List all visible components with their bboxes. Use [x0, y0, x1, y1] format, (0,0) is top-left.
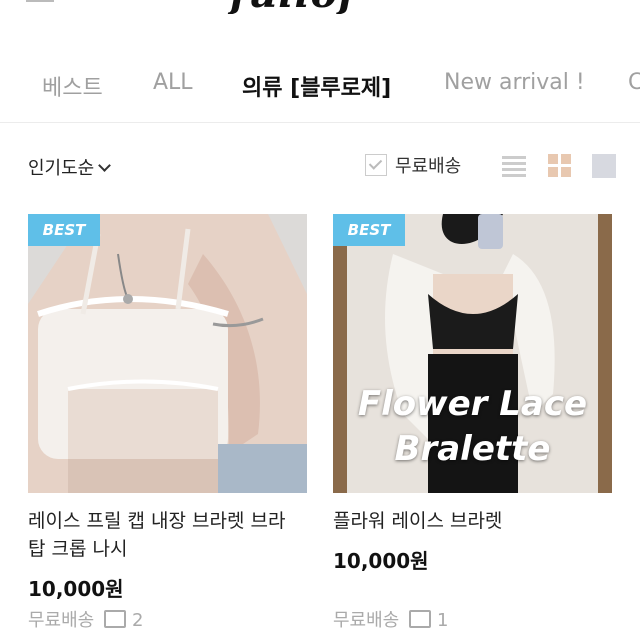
best-badge: BEST: [333, 214, 405, 246]
tab-clothing[interactable]: 의류 [블루로제]: [242, 70, 391, 102]
list-toolbar: 인기도순 무료배송: [0, 150, 640, 184]
product-meta: 무료배송 2: [28, 606, 143, 632]
product-name-line: 플라워 레이스 브라렛: [333, 510, 503, 532]
overlay-text-line: Flower Lace: [357, 384, 588, 424]
product-name[interactable]: 레이스 프릴 캡 내장 브라렛 브라 탑 크롭 나시: [28, 507, 307, 563]
product-price: 10,000원: [333, 549, 429, 573]
shipping-label: 무료배송: [333, 610, 400, 631]
nav-divider: [0, 122, 640, 123]
product-image[interactable]: BEST: [28, 214, 307, 493]
comment-count: 2: [131, 610, 144, 631]
grid-view-icon[interactable]: [548, 154, 572, 178]
product-name[interactable]: 플라워 레이스 브라렛: [333, 507, 612, 535]
product-photo: [28, 214, 307, 493]
comment-icon: [104, 610, 127, 628]
tab-best[interactable]: 베스트: [42, 70, 103, 102]
free-shipping-label: 무료배송: [395, 156, 462, 177]
large-view-icon[interactable]: [592, 154, 616, 178]
free-shipping-filter[interactable]: 무료배송: [365, 152, 461, 178]
product-meta: 무료배송 1: [333, 606, 448, 632]
overlay-text-line: Bralette: [394, 429, 551, 469]
shop-logo[interactable]: fullof: [230, 0, 357, 14]
comment-count: 1: [436, 610, 449, 631]
logo-area: fullof: [0, 0, 640, 14]
product-price: 10,000원: [28, 577, 124, 601]
menu-icon[interactable]: [26, 0, 54, 2]
shipping-label: 무료배송: [28, 610, 95, 631]
sort-label: 인기도순: [28, 158, 95, 179]
product-card[interactable]: Flower Lace Bralette BEST 플라워 레이스 브라렛 10…: [333, 214, 612, 631]
tab-next[interactable]: C: [628, 70, 640, 95]
sort-dropdown[interactable]: 인기도순: [28, 154, 112, 180]
category-nav: 베스트 ALL 의류 [블루로제] New arrival ! C: [0, 62, 640, 108]
product-name-line: 탑 크롭 나시: [28, 538, 128, 560]
tab-all[interactable]: ALL: [153, 70, 193, 95]
checkbox-icon[interactable]: [365, 154, 387, 176]
comment-icon: [409, 610, 432, 628]
product-card[interactable]: BEST 레이스 프릴 캡 내장 브라렛 브라 탑 크롭 나시 10,000원 …: [28, 214, 307, 631]
chevron-down-icon: [98, 159, 112, 172]
product-name-line: 레이스 프릴 캡 내장 브라렛 브라: [28, 510, 286, 532]
best-badge: BEST: [28, 214, 100, 246]
tab-new-arrival[interactable]: New arrival !: [444, 70, 585, 95]
product-image[interactable]: Flower Lace Bralette BEST: [333, 214, 612, 493]
list-view-icon[interactable]: [502, 154, 526, 178]
